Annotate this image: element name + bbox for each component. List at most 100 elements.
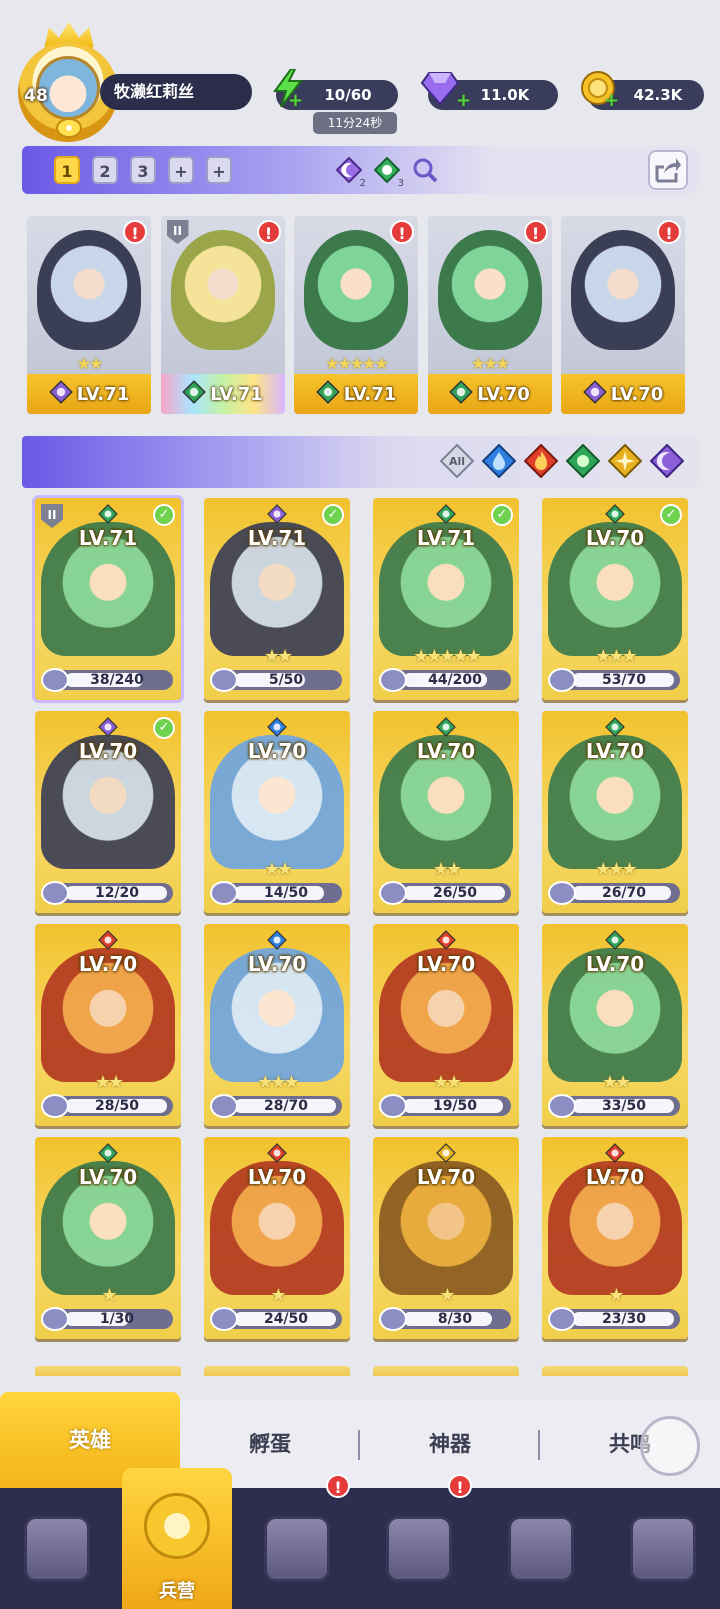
fragment-count: 26/70	[601, 885, 647, 901]
hero-level: LV.70	[585, 1165, 645, 1189]
filter-nature-icon[interactable]	[566, 444, 600, 478]
rainbow-element-icon	[182, 380, 207, 408]
filter-dark-icon[interactable]	[650, 444, 684, 478]
dark-element-icon	[48, 380, 73, 408]
bottom-nav: 兵营!!	[0, 1468, 720, 1609]
fragment-count: 12/20	[94, 885, 140, 901]
team-slot[interactable]: LV.70!	[561, 216, 685, 414]
nature-element-icon	[605, 504, 625, 524]
hero-card[interactable]: LV.70 ★ 23/30	[542, 1137, 688, 1339]
alert-badge: !	[390, 220, 414, 244]
water-element-icon	[267, 930, 287, 950]
hero-card[interactable]: LV.70 ★★ 28/50	[35, 924, 181, 1126]
hero-level: LV.70	[247, 1165, 307, 1189]
rank-shield-icon: II	[41, 504, 63, 528]
filter-water-icon[interactable]	[482, 444, 516, 478]
fragment-icon	[379, 1307, 407, 1331]
team-tab-3[interactable]: 3	[130, 156, 156, 184]
fragment-progress-bar: 28/70	[210, 1094, 342, 1118]
add-coin-button[interactable]: +	[604, 92, 619, 110]
nav-castle[interactable]: !	[362, 1474, 476, 1609]
star-rating: ★★	[601, 1072, 631, 1093]
fragment-progress-bar: 44/200	[379, 668, 511, 692]
fragment-icon	[548, 668, 576, 692]
nav-mushroom[interactable]	[484, 1488, 598, 1609]
hero-card[interactable]: LV.70 ★★★ 28/70	[204, 924, 350, 1126]
team-tab-1[interactable]: 1	[54, 156, 80, 184]
team-tab-add-1[interactable]: +	[168, 156, 194, 184]
team-slot[interactable]: LV.71! II	[160, 216, 285, 414]
hero-card[interactable]: LV.70 ★★ 33/50	[542, 924, 688, 1126]
hero-level: LV.70	[477, 383, 530, 405]
player-name[interactable]: 牧濑红莉丝	[100, 74, 252, 110]
nature-element-icon	[98, 1143, 118, 1163]
team-tab-add-2[interactable]: +	[206, 156, 232, 184]
add-energy-button[interactable]: +	[288, 92, 303, 110]
fragment-icon	[379, 668, 407, 692]
hero-card[interactable]: LV.70 ★ 1/30	[35, 1137, 181, 1339]
team-slot[interactable]: ★★ LV.71!	[27, 216, 151, 414]
slot-level-bar: LV.70	[561, 374, 685, 414]
hero-card[interactable]: LV.70 ★ 8/30	[373, 1137, 519, 1339]
fragment-count: 26/50	[432, 885, 478, 901]
hero-card[interactable]: LV.70 ★★ 26/50	[373, 711, 519, 913]
top-bar: 48 牧濑红莉丝 10/60 + 11分24秒 11.0K + 42.3K +	[0, 0, 720, 142]
team-slot[interactable]: ★★★ LV.70!	[427, 216, 552, 414]
filter-all-button[interactable]: All	[440, 444, 474, 478]
fragment-progress-bar: 5/50	[210, 668, 342, 692]
share-button[interactable]	[648, 150, 688, 190]
nature-element-icon	[436, 717, 456, 737]
alert-badge: !	[326, 1474, 350, 1498]
add-gem-button[interactable]: +	[456, 92, 471, 110]
nav-banner[interactable]	[606, 1488, 720, 1609]
nav-barracks[interactable]: 兵营	[122, 1468, 232, 1609]
nav-book[interactable]: !	[240, 1474, 354, 1609]
banner-icon	[630, 1515, 696, 1582]
hero-card-peek[interactable]	[373, 1366, 519, 1376]
fragment-count: 44/200	[428, 672, 482, 688]
hero-card[interactable]: LV.71 ✓ ★★★★★ 44/200	[373, 498, 519, 700]
team-selector-bar: 1 2 3 + + 2 3	[22, 146, 698, 194]
floating-menu-button[interactable]	[640, 1416, 700, 1476]
hero-card[interactable]: LV.70 ★★ 14/50	[204, 711, 350, 913]
fragment-icon	[210, 1094, 238, 1118]
hero-card[interactable]: LV.70 ★★★ 26/70	[542, 711, 688, 913]
hero-level: LV.71	[247, 526, 307, 550]
energy-timer: 11分24秒	[313, 112, 397, 134]
hero-card-peek[interactable]	[204, 1366, 350, 1376]
nature-element-count: 3	[397, 178, 404, 189]
team-slot[interactable]: ★★★★★ LV.71!	[294, 216, 418, 414]
hero-card[interactable]: LV.70 ✓ ★★★ 53/70	[542, 498, 688, 700]
hero-card-peek[interactable]	[542, 1366, 688, 1376]
share-icon	[655, 158, 681, 183]
hero-card-peek[interactable]	[35, 1366, 181, 1376]
team-element-summary: 2 3	[332, 150, 442, 190]
castle-icon	[386, 1515, 452, 1582]
fragment-progress-bar: 53/70	[548, 668, 680, 692]
hero-level: LV.70	[78, 739, 138, 763]
nav-cards[interactable]	[0, 1488, 114, 1609]
star-rating: ★	[439, 1285, 455, 1306]
filter-fire-icon[interactable]	[524, 444, 558, 478]
star-rating: ★★	[432, 859, 462, 880]
tab-artifacts[interactable]: 神器	[360, 1400, 540, 1488]
hero-card[interactable]: LV.71 ✓ II 38/240	[35, 498, 181, 700]
fire-element-icon	[267, 1143, 287, 1163]
hero-card[interactable]: LV.71 ✓ ★★ 5/50	[204, 498, 350, 700]
team-tab-2[interactable]: 2	[92, 156, 118, 184]
water-element-icon	[267, 717, 287, 737]
nature-element-icon	[605, 717, 625, 737]
fragment-count: 24/50	[263, 1311, 309, 1327]
dark-element-icon	[267, 504, 287, 524]
element-filter-bar: All	[22, 436, 698, 488]
fragment-progress-bar: 19/50	[379, 1094, 511, 1118]
magnify-icon[interactable]	[408, 153, 442, 187]
hero-card[interactable]: LV.70 ✓ 12/20	[35, 711, 181, 913]
filter-light-icon[interactable]	[608, 444, 642, 478]
hero-portrait	[437, 230, 542, 350]
fragment-progress-bar: 1/30	[41, 1307, 173, 1331]
hero-card[interactable]: LV.70 ★ 24/50	[204, 1137, 350, 1339]
hero-portrait	[37, 230, 141, 350]
hero-card[interactable]: LV.70 ★★ 19/50	[373, 924, 519, 1126]
hero-level: LV.71	[210, 383, 263, 405]
